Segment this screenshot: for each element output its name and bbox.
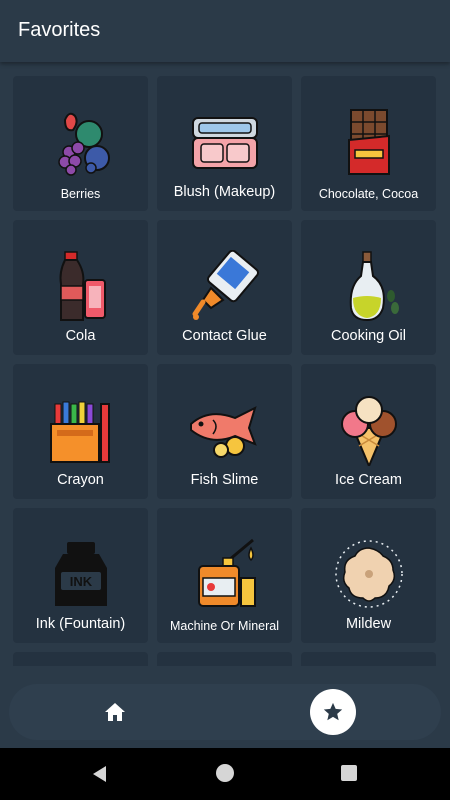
page-title: Favorites — [18, 19, 101, 41]
system-navigation-bar — [0, 748, 450, 800]
favorite-item-partial[interactable] — [157, 652, 292, 666]
berries-icon — [58, 112, 110, 176]
favorite-item-crayon[interactable]: Crayon — [13, 364, 148, 499]
app-bar: Favorites — [0, 0, 450, 62]
favorite-item-label: Cooking Oil — [331, 328, 406, 344]
favorites-grid[interactable]: Berries Blush (Makeup) Chocolate, Cocoa — [13, 76, 437, 666]
favorite-item-mildew[interactable]: Mildew — [301, 508, 436, 643]
bottom-nav-bar — [9, 684, 441, 740]
favorite-item-label: Machine Or Mineral — [169, 619, 280, 633]
ice-cream-icon — [341, 396, 397, 466]
bottom-navigation — [0, 672, 450, 748]
favorite-item-cola[interactable]: Cola — [13, 220, 148, 355]
favorite-item-label: Contact Glue — [182, 328, 267, 344]
favorite-item-label: Berries — [60, 187, 101, 201]
ink-label: INK — [70, 574, 93, 589]
favorite-item-label: Cola — [65, 328, 96, 344]
ink-icon: INK — [55, 542, 107, 606]
favorite-item-ice-cream[interactable]: Ice Cream — [301, 364, 436, 499]
favorite-item-label: Chocolate, Cocoa — [318, 187, 419, 201]
favorite-item-ink-fountain[interactable]: INK Ink (Fountain) — [13, 508, 148, 643]
favorite-item-partial[interactable] — [301, 652, 436, 666]
favorite-item-label: Mildew — [345, 616, 392, 632]
chocolate-icon — [348, 109, 390, 175]
favorite-item-contact-glue[interactable]: Contact Glue — [157, 220, 292, 355]
mildew-icon — [335, 540, 403, 608]
crayon-icon — [50, 401, 110, 463]
recent-apps-icon[interactable] — [341, 765, 357, 781]
favorite-item-label: Ice Cream — [335, 472, 402, 488]
favorite-item-chocolate[interactable]: Chocolate, Cocoa — [301, 76, 436, 211]
favorite-item-label: Crayon — [57, 472, 104, 488]
favorite-item-label: Blush (Makeup) — [173, 184, 276, 200]
favorite-item-machine-oil[interactable]: Machine Or Mineral — [157, 508, 292, 643]
favorite-item-cooking-oil[interactable]: Cooking Oil — [301, 220, 436, 355]
oil-can-icon — [198, 538, 256, 607]
favorite-item-label: Fish Slime — [190, 472, 259, 488]
glue-icon — [192, 250, 260, 320]
cola-icon — [59, 251, 106, 321]
favorite-item-blush[interactable]: Blush (Makeup) — [157, 76, 292, 211]
favorite-item-partial[interactable] — [13, 652, 148, 666]
favorite-item-fish-slime[interactable]: Fish Slime — [157, 364, 292, 499]
back-icon[interactable] — [90, 764, 110, 784]
home-icon[interactable] — [103, 700, 127, 724]
blush-icon — [192, 117, 258, 169]
star-icon — [323, 702, 343, 721]
oil-icon — [349, 251, 399, 322]
favorite-item-label: Ink (Fountain) — [35, 616, 126, 632]
favorite-item-berries[interactable]: Berries — [13, 76, 148, 211]
system-home-icon[interactable] — [216, 764, 234, 782]
fish-icon — [190, 406, 257, 458]
favorites-tab-button[interactable] — [310, 689, 356, 735]
